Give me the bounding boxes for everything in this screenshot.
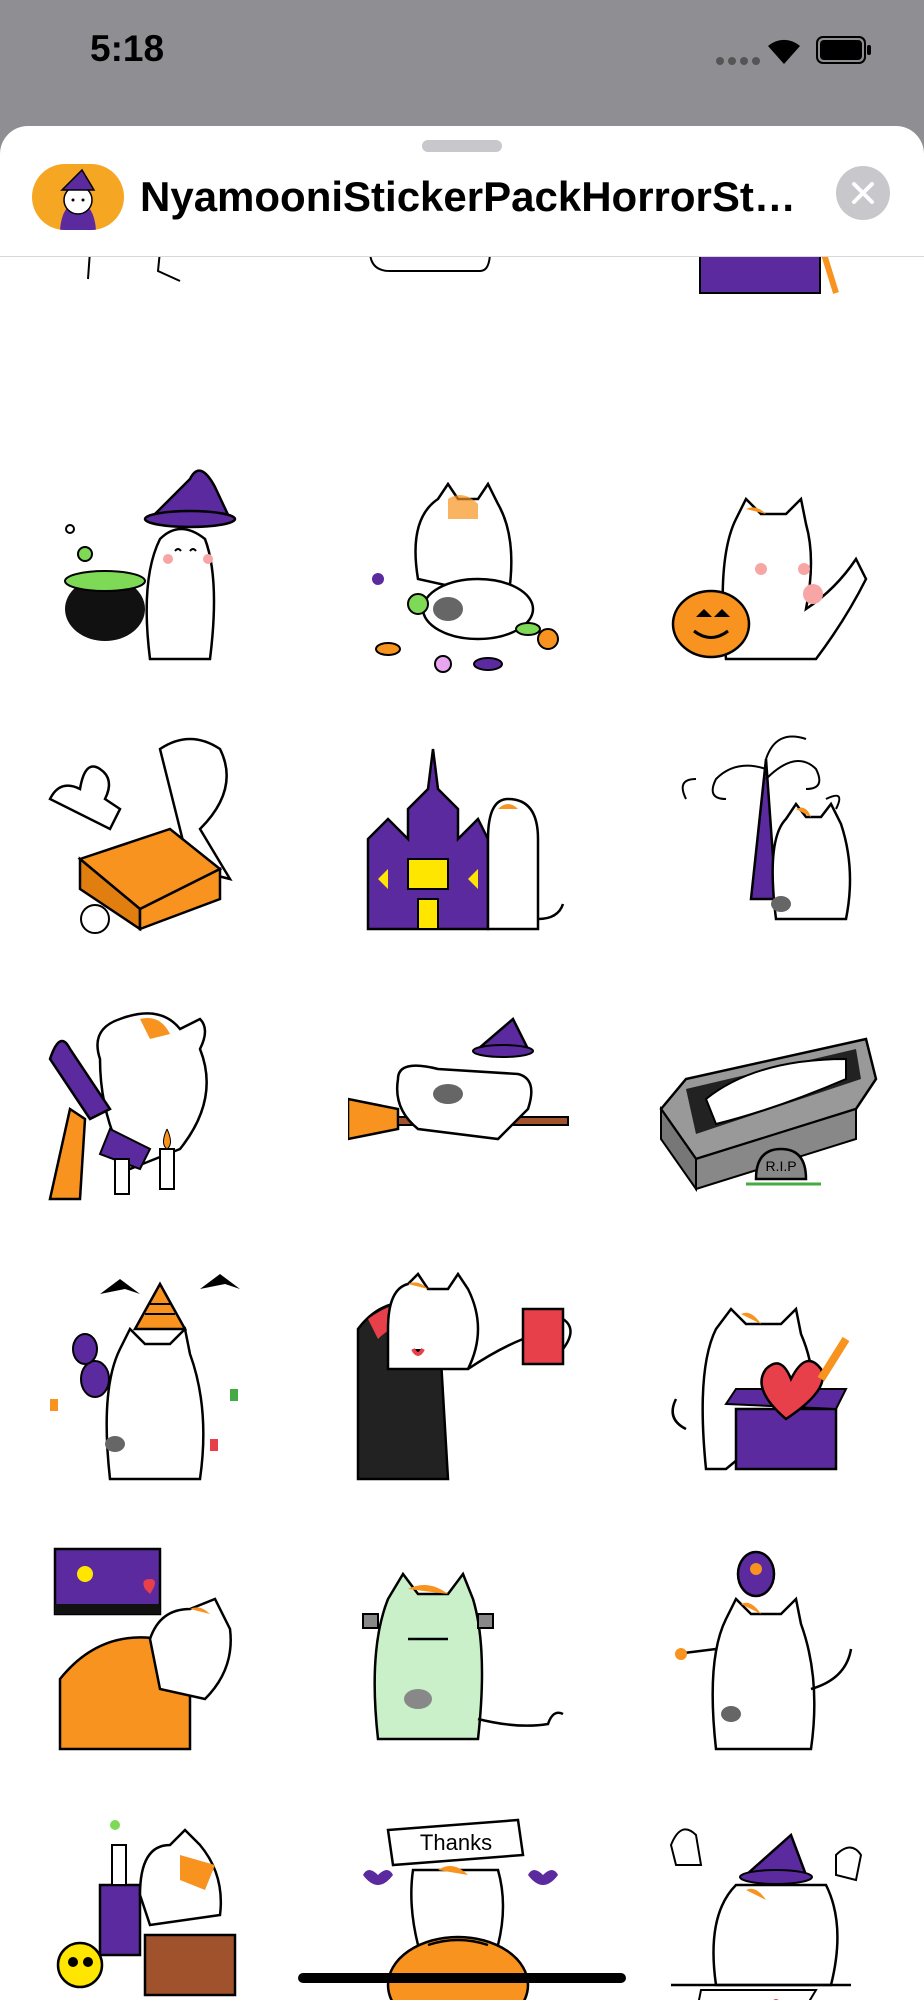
- status-bar: 5:18: [0, 0, 924, 120]
- sticker-grid[interactable]: R.I.P Thanks: [0, 257, 924, 2000]
- sticker-cat-pumpkin-thanks[interactable]: Thanks: [348, 1805, 578, 2000]
- sticker-cat-candy-pile[interactable]: [348, 459, 578, 689]
- battery-icon: [816, 36, 871, 64]
- sticker-cat-vampire-drink[interactable]: [348, 1269, 578, 1499]
- sticker-cat-ghost-box[interactable]: [40, 729, 270, 959]
- wifi-icon: [768, 39, 800, 64]
- sticker-cat-coffin[interactable]: R.I.P: [656, 999, 886, 1229]
- close-button[interactable]: [836, 166, 890, 220]
- rip-text: R.I.P: [765, 1158, 796, 1174]
- sticker-cat-party-maracas[interactable]: [40, 1269, 270, 1499]
- home-indicator[interactable]: [298, 1973, 626, 1983]
- sticker-cat-flying-broom[interactable]: [348, 999, 578, 1229]
- sticker-partial-left[interactable]: [40, 257, 240, 291]
- sticker-cat-sleep-bed[interactable]: [40, 1539, 270, 1769]
- sheet-grabber[interactable]: [422, 140, 502, 152]
- thanks-text: Thanks: [420, 1830, 492, 1855]
- sticker-cat-broom-candles[interactable]: [40, 999, 270, 1229]
- sticker-cat-witch-cauldron[interactable]: [40, 459, 270, 689]
- sticker-pack-title: NyamooniStickerPackHorrorSt…: [140, 173, 796, 220]
- sticker-cat-witch-ghosts[interactable]: [656, 1805, 886, 2000]
- sticker-cat-owl-shoulder[interactable]: [656, 1539, 886, 1769]
- sticker-cat-haunted-castle[interactable]: [348, 729, 578, 959]
- sticker-partial-middle[interactable]: [360, 257, 500, 281]
- status-time: 5:18: [90, 28, 165, 69]
- sticker-pack-sheet: NyamooniStickerPackHorrorSt… R.I.P Thank…: [0, 126, 924, 2000]
- cellular-signal-icon: [716, 52, 764, 70]
- close-x-icon: [852, 182, 874, 204]
- sticker-cat-spooky-tree[interactable]: [656, 729, 886, 959]
- sheet-header: NyamooniStickerPackHorrorSt…: [0, 154, 924, 257]
- witch-cat-app-icon: [32, 164, 124, 230]
- sticker-cat-frankenstein[interactable]: [348, 1539, 578, 1769]
- sticker-cat-skull-potion[interactable]: [40, 1805, 270, 2000]
- sticker-cat-jack-o-lantern[interactable]: [656, 459, 886, 689]
- sticker-cat-heart-box[interactable]: [656, 1269, 886, 1499]
- sticker-partial-right[interactable]: [698, 257, 858, 299]
